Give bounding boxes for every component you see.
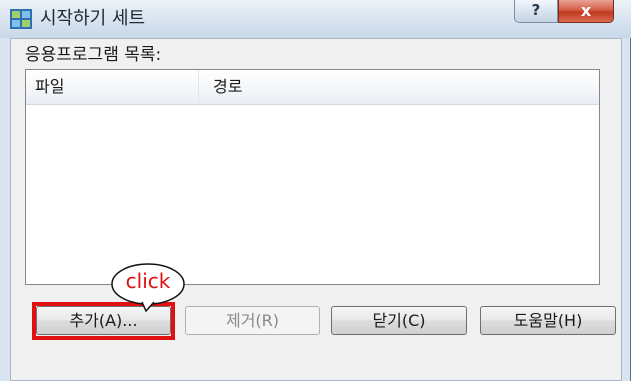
close-button[interactable]: 닫기(C)	[331, 306, 467, 335]
callout-text: click	[125, 269, 171, 293]
app-icon	[10, 9, 32, 29]
application-list-label: 응용프로그램 목록:	[25, 45, 162, 65]
title-bar[interactable]: 시작하기 세트 ? x	[0, 0, 631, 38]
screenshot: 시작하기 세트 ? x 응용프로그램 목록: 파일 경로 추가(A)... 제거…	[0, 0, 639, 381]
help-title-button[interactable]: ?	[514, 0, 558, 23]
list-header: 파일 경로	[26, 70, 599, 105]
help-button[interactable]: 도움말(H)	[480, 306, 616, 335]
window-title: 시작하기 세트	[40, 8, 146, 29]
application-list[interactable]: 파일 경로	[25, 69, 600, 285]
remove-button: 제거(R)	[185, 306, 320, 335]
column-divider[interactable]	[198, 70, 199, 104]
close-window-button[interactable]: x	[558, 0, 614, 23]
column-header-path[interactable]: 경로	[213, 70, 242, 104]
column-header-file[interactable]: 파일	[35, 70, 64, 104]
